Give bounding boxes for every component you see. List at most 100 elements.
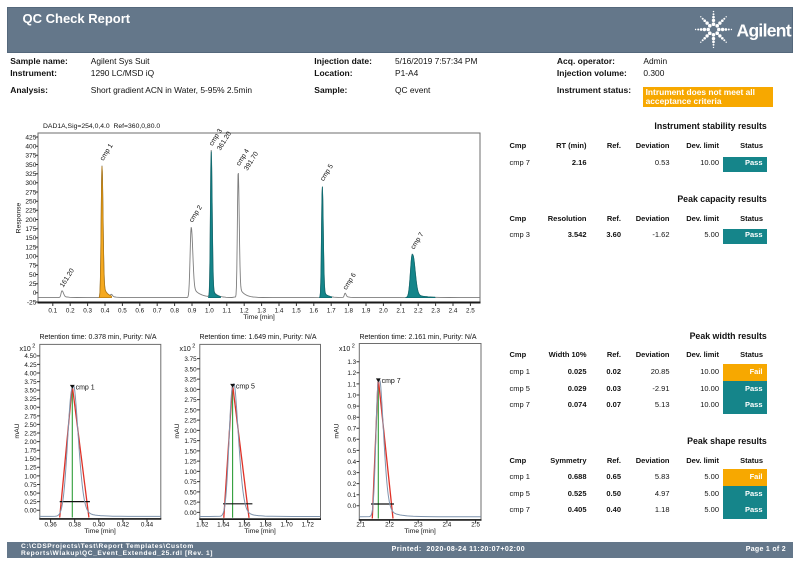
svg-text:mAU: mAU [174, 423, 181, 438]
svg-text:1.50: 1.50 [184, 448, 197, 455]
svg-text:-25: -25 [27, 299, 37, 306]
svg-text:3.25: 3.25 [24, 396, 37, 403]
svg-text:x10: x10 [20, 346, 31, 353]
svg-text:Time [min]: Time [min] [84, 528, 116, 535]
svg-text:2.00: 2.00 [24, 439, 37, 446]
svg-text:1.75: 1.75 [184, 438, 197, 445]
svg-text:325: 325 [25, 171, 36, 178]
svg-text:1.00: 1.00 [24, 473, 37, 480]
svg-text:2.3: 2.3 [431, 307, 440, 314]
svg-text:cmp 1: cmp 1 [76, 384, 95, 391]
svg-text:425: 425 [25, 134, 36, 141]
svg-text:3.00: 3.00 [24, 405, 37, 412]
svg-text:0.7: 0.7 [153, 307, 162, 314]
svg-text:300: 300 [25, 180, 36, 187]
svg-text:125: 125 [25, 244, 36, 251]
svg-text:4.00: 4.00 [24, 370, 37, 377]
svg-text:DAD1A,Sig=254,0,4.0 Ref=360,0: DAD1A,Sig=254,0,4.0 Ref=360,0,80.0 [43, 123, 160, 130]
svg-text:0.2: 0.2 [66, 307, 75, 314]
svg-text:1.8: 1.8 [344, 307, 353, 314]
svg-text:2.2: 2.2 [414, 307, 423, 314]
svg-text:0.75: 0.75 [24, 482, 37, 489]
svg-text:Retention time: 1.649 min, Pur: Retention time: 1.649 min, Purity: N/A [199, 334, 316, 341]
svg-text:1.50: 1.50 [24, 456, 37, 463]
svg-text:1.1: 1.1 [347, 381, 356, 388]
svg-text:1.7: 1.7 [327, 307, 336, 314]
svg-text:1.5: 1.5 [292, 307, 301, 314]
svg-text:x10: x10 [180, 346, 191, 353]
svg-text:0.25: 0.25 [24, 499, 37, 506]
svg-text:0.4: 0.4 [347, 459, 356, 466]
svg-text:1.0: 1.0 [347, 392, 356, 399]
svg-text:250: 250 [25, 199, 36, 206]
svg-text:0.0: 0.0 [347, 503, 356, 510]
svg-text:mAU: mAU [333, 423, 340, 438]
svg-text:cmp 7: cmp 7 [382, 378, 401, 385]
svg-text:3.25: 3.25 [184, 377, 197, 384]
svg-text:350: 350 [25, 162, 36, 169]
svg-text:0.5: 0.5 [347, 448, 356, 455]
svg-text:0.50: 0.50 [24, 490, 37, 497]
svg-text:1.2: 1.2 [347, 370, 356, 377]
svg-text:4.50: 4.50 [24, 353, 37, 360]
svg-text:0.9: 0.9 [188, 307, 197, 314]
svg-text:400: 400 [25, 144, 36, 151]
svg-text:3.00: 3.00 [184, 387, 197, 394]
svg-text:75: 75 [29, 263, 37, 270]
svg-text:Time [min]: Time [min] [244, 528, 276, 535]
svg-text:175: 175 [25, 226, 36, 233]
svg-text:x10: x10 [339, 346, 350, 353]
svg-text:2.1: 2.1 [396, 307, 405, 314]
svg-text:200: 200 [25, 217, 36, 224]
svg-text:0.8: 0.8 [347, 415, 356, 422]
svg-text:150: 150 [25, 235, 36, 242]
svg-text:0.1: 0.1 [347, 492, 356, 499]
svg-text:1.3: 1.3 [347, 359, 356, 366]
svg-text:2.50: 2.50 [184, 407, 197, 414]
svg-text:Time [min]: Time [min] [243, 314, 275, 321]
svg-text:0.4: 0.4 [101, 307, 110, 314]
svg-text:mAU: mAU [14, 423, 21, 438]
svg-text:Retention time: 2.161 min, Pur: Retention time: 2.161 min, Purity: N/A [359, 334, 476, 341]
svg-text:0.3: 0.3 [347, 470, 356, 477]
svg-text:2: 2 [192, 344, 195, 350]
svg-text:2.75: 2.75 [184, 397, 197, 404]
svg-text:3.50: 3.50 [184, 366, 197, 373]
svg-text:2.4: 2.4 [449, 307, 458, 314]
svg-text:2.75: 2.75 [24, 413, 37, 420]
svg-text:0.7: 0.7 [347, 426, 356, 433]
svg-text:Agilent: Agilent [737, 20, 792, 40]
svg-text:0.5: 0.5 [118, 307, 127, 314]
svg-text:1.25: 1.25 [184, 459, 197, 466]
svg-text:0.3: 0.3 [83, 307, 92, 314]
svg-text:1.75: 1.75 [24, 448, 37, 455]
svg-text:1.1: 1.1 [222, 307, 231, 314]
svg-text:0.8: 0.8 [170, 307, 179, 314]
svg-text:0.6: 0.6 [135, 307, 144, 314]
svg-text:0: 0 [33, 290, 37, 297]
svg-text:0.1: 0.1 [48, 307, 57, 314]
svg-text:1.00: 1.00 [184, 469, 197, 476]
svg-text:3.75: 3.75 [184, 356, 197, 363]
svg-text:50: 50 [29, 272, 37, 279]
svg-text:275: 275 [25, 189, 36, 196]
svg-text:0.00: 0.00 [24, 508, 37, 515]
svg-text:1.9: 1.9 [362, 307, 371, 314]
svg-text:1.4: 1.4 [275, 307, 284, 314]
svg-text:1.6: 1.6 [309, 307, 318, 314]
svg-text:Time [min]: Time [min] [404, 528, 436, 535]
svg-text:2: 2 [32, 344, 35, 350]
svg-text:4.25: 4.25 [24, 362, 37, 369]
svg-text:1.0: 1.0 [205, 307, 214, 314]
svg-text:2.50: 2.50 [24, 422, 37, 429]
svg-text:0.9: 0.9 [347, 404, 356, 411]
svg-text:Retention time: 0.378 min, Pur: Retention time: 0.378 min, Purity: N/A [39, 334, 156, 341]
svg-text:225: 225 [25, 208, 36, 215]
svg-text:0.25: 0.25 [184, 500, 197, 507]
svg-text:2.00: 2.00 [184, 428, 197, 435]
svg-text:2: 2 [352, 344, 355, 350]
svg-text:375: 375 [25, 153, 36, 160]
svg-text:1.25: 1.25 [24, 465, 37, 472]
svg-text:0.75: 0.75 [184, 479, 197, 486]
svg-text:cmp 5: cmp 5 [236, 383, 255, 390]
